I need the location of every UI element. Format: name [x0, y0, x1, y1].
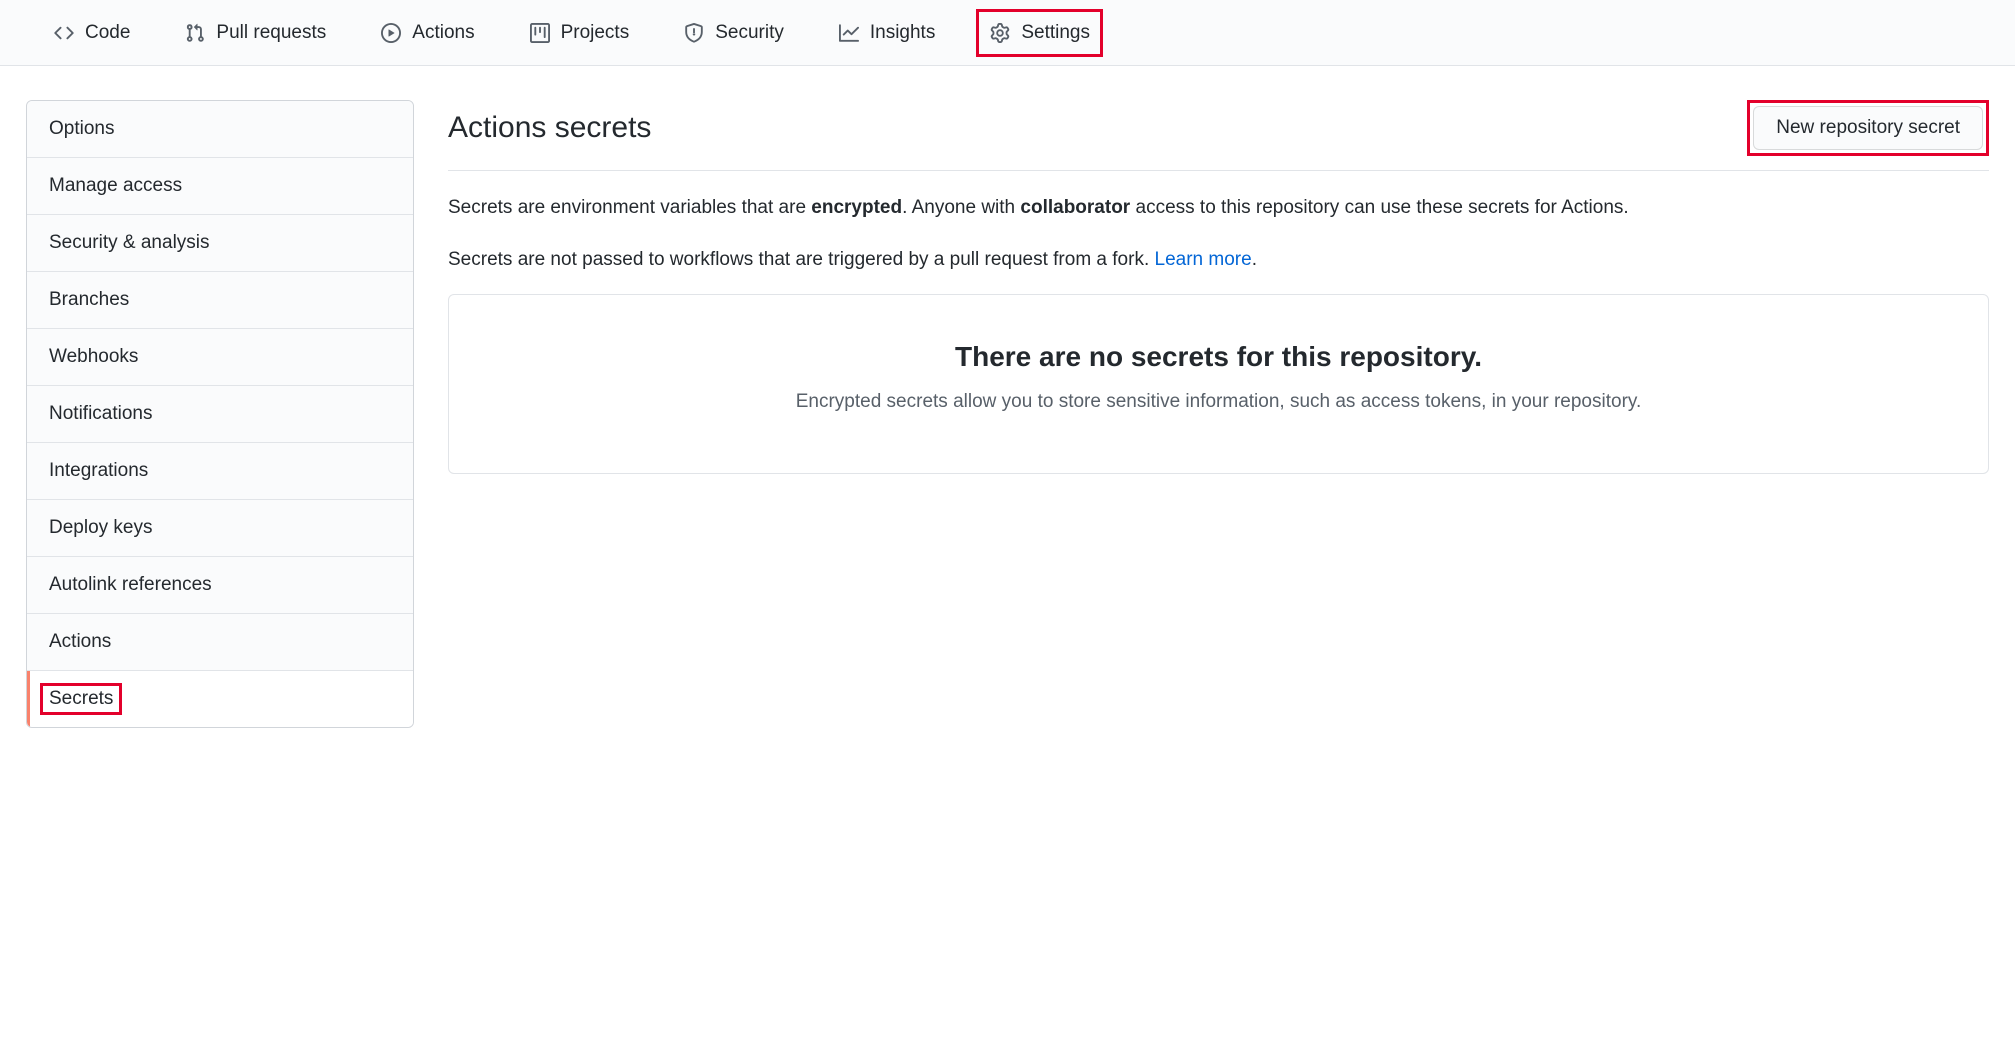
- tab-insights[interactable]: Insights: [825, 9, 948, 57]
- code-icon: [53, 22, 75, 44]
- gear-icon: [989, 22, 1011, 44]
- graph-icon: [838, 22, 860, 44]
- sidebar-item-integrations[interactable]: Integrations: [27, 443, 413, 500]
- new-secret-highlight: New repository secret: [1747, 100, 1989, 156]
- blankslate-heading: There are no secrets for this repository…: [481, 341, 1956, 373]
- tab-projects-label: Projects: [561, 22, 630, 44]
- sidebar-item-actions[interactable]: Actions: [27, 614, 413, 671]
- settings-sidebar: Options Manage access Security & analysi…: [26, 100, 414, 728]
- tab-actions[interactable]: Actions: [367, 9, 487, 57]
- new-repository-secret-button[interactable]: New repository secret: [1753, 106, 1983, 150]
- sidebar-item-label: Deploy keys: [49, 517, 153, 538]
- tab-pull-requests[interactable]: Pull requests: [171, 9, 339, 57]
- blankslate-subtext: Encrypted secrets allow you to store sen…: [481, 391, 1956, 413]
- git-pull-request-icon: [184, 22, 206, 44]
- sidebar-item-label: Manage access: [49, 175, 182, 196]
- tab-projects[interactable]: Projects: [516, 9, 643, 57]
- tab-security[interactable]: Security: [670, 9, 797, 57]
- sidebar-item-label: Webhooks: [49, 346, 138, 367]
- tab-pull-requests-label: Pull requests: [216, 22, 326, 44]
- shield-icon: [683, 22, 705, 44]
- sidebar-item-autolink-references[interactable]: Autolink references: [27, 557, 413, 614]
- sidebar-item-label: Security & analysis: [49, 232, 210, 253]
- tab-code-label: Code: [85, 22, 130, 44]
- sidebar-item-security-analysis[interactable]: Security & analysis: [27, 215, 413, 272]
- tab-settings[interactable]: Settings: [976, 9, 1103, 57]
- sidebar-item-options[interactable]: Options: [27, 101, 413, 158]
- project-icon: [529, 22, 551, 44]
- tab-actions-label: Actions: [412, 22, 474, 44]
- description-paragraph-1: Secrets are environment variables that a…: [448, 193, 1989, 223]
- tab-code[interactable]: Code: [40, 9, 143, 57]
- sidebar-item-label: Integrations: [49, 460, 148, 481]
- sidebar-item-label: Options: [49, 118, 114, 139]
- sidebar-item-label: Branches: [49, 289, 129, 310]
- empty-secrets-blankslate: There are no secrets for this repository…: [448, 294, 1989, 474]
- learn-more-link[interactable]: Learn more: [1155, 249, 1252, 270]
- sidebar-item-label: Secrets: [40, 683, 122, 715]
- main-content: Actions secrets New repository secret Se…: [448, 100, 1989, 728]
- sidebar-item-webhooks[interactable]: Webhooks: [27, 329, 413, 386]
- layout: Options Manage access Security & analysi…: [0, 66, 2015, 762]
- tab-security-label: Security: [715, 22, 784, 44]
- settings-menu: Options Manage access Security & analysi…: [26, 100, 414, 728]
- tab-insights-label: Insights: [870, 22, 935, 44]
- sidebar-item-manage-access[interactable]: Manage access: [27, 158, 413, 215]
- subhead: Actions secrets New repository secret: [448, 100, 1989, 171]
- sidebar-item-deploy-keys[interactable]: Deploy keys: [27, 500, 413, 557]
- page-title: Actions secrets: [448, 111, 651, 145]
- sidebar-item-label: Autolink references: [49, 574, 212, 595]
- description-paragraph-2: Secrets are not passed to workflows that…: [448, 245, 1989, 275]
- sidebar-item-label: Actions: [49, 631, 111, 652]
- play-icon: [380, 22, 402, 44]
- sidebar-item-label: Notifications: [49, 403, 153, 424]
- sidebar-item-branches[interactable]: Branches: [27, 272, 413, 329]
- sidebar-item-secrets[interactable]: Secrets: [27, 671, 413, 727]
- sidebar-item-notifications[interactable]: Notifications: [27, 386, 413, 443]
- tab-settings-label: Settings: [1021, 22, 1090, 44]
- repo-navigation: Code Pull requests Actions Projects Secu…: [0, 0, 2015, 66]
